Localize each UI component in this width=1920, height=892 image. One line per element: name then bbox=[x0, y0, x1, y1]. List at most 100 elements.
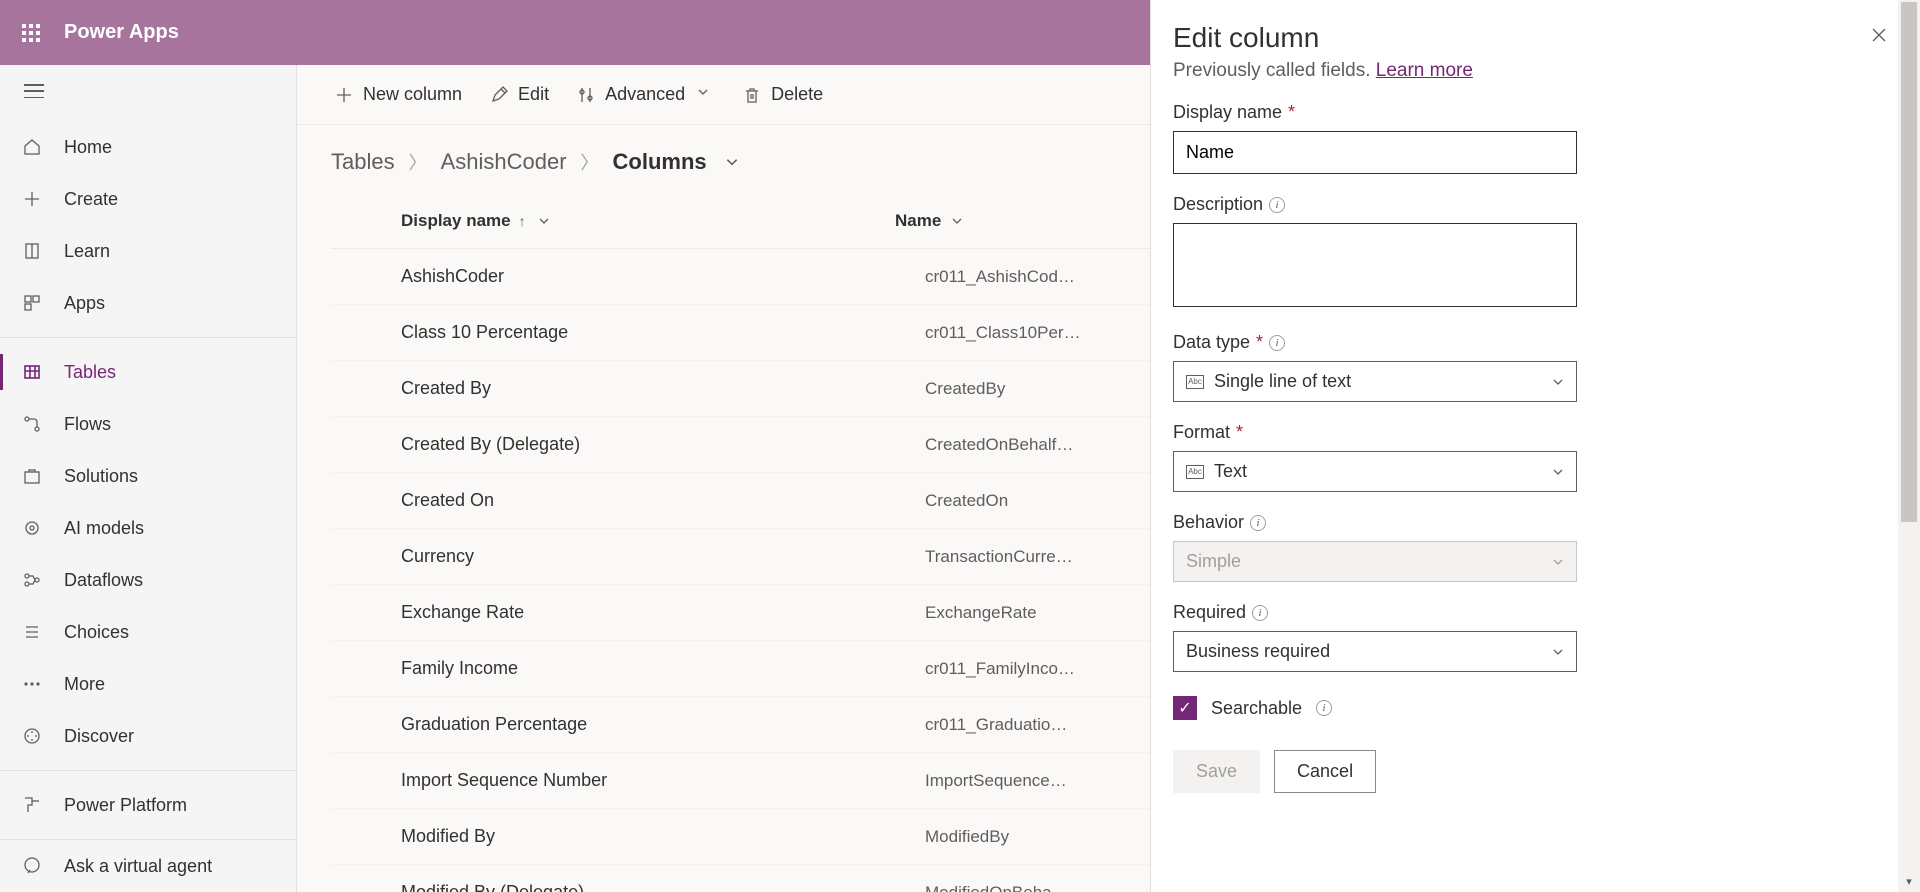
grid-icon bbox=[20, 291, 44, 315]
cell-display-name: Graduation Percentage bbox=[331, 714, 895, 735]
sidebar-item-label: Power Platform bbox=[64, 795, 187, 816]
data-type-select[interactable]: Abc Single line of text bbox=[1173, 361, 1577, 402]
scrollbar-thumb[interactable] bbox=[1901, 2, 1917, 522]
sidebar-item-label: Flows bbox=[64, 414, 111, 435]
sidebar-item-home[interactable]: Home bbox=[0, 121, 296, 173]
cell-name: ModifiedOnBeha… bbox=[895, 883, 1095, 892]
save-button[interactable]: Save bbox=[1173, 750, 1260, 793]
label-searchable: Searchable bbox=[1211, 698, 1302, 719]
sidebar-item-label: Discover bbox=[64, 726, 134, 747]
format-select[interactable]: Abc Text bbox=[1173, 451, 1577, 492]
required-select[interactable]: Business required bbox=[1173, 631, 1577, 672]
sidebar-item-flows[interactable]: Flows bbox=[0, 398, 296, 450]
cmd-label: Edit bbox=[518, 84, 549, 105]
cmd-edit[interactable]: Edit bbox=[480, 78, 559, 111]
chat-icon bbox=[20, 854, 44, 878]
cmd-advanced[interactable]: Advanced bbox=[567, 78, 725, 111]
info-icon[interactable]: i bbox=[1252, 605, 1268, 621]
chevron-down-icon bbox=[697, 86, 715, 104]
sidebar-item-label: Choices bbox=[64, 622, 129, 643]
info-icon[interactable]: i bbox=[1316, 700, 1332, 716]
sidebar-item-create[interactable]: Create bbox=[0, 173, 296, 225]
breadcrumb-entity[interactable]: AshishCoder bbox=[441, 149, 567, 175]
hamburger-icon bbox=[24, 84, 44, 98]
cell-name: ExchangeRate bbox=[895, 603, 1095, 623]
cell-name: cr011_AshishCod… bbox=[895, 267, 1095, 287]
sliders-icon bbox=[577, 86, 595, 104]
sidebar-item-ai-models[interactable]: AI models bbox=[0, 502, 296, 554]
sidebar-item-power-platform[interactable]: Power Platform bbox=[0, 779, 296, 831]
cell-display-name: AshishCoder bbox=[331, 266, 895, 287]
chevron-down-icon[interactable] bbox=[725, 155, 739, 169]
searchable-checkbox[interactable]: ✓ bbox=[1173, 696, 1197, 720]
sidebar-item-label: Solutions bbox=[64, 466, 138, 487]
info-icon[interactable]: i bbox=[1250, 515, 1266, 531]
sidebar-item-discover[interactable]: Discover bbox=[0, 710, 296, 762]
cell-display-name: Created By bbox=[331, 378, 895, 399]
ai-icon bbox=[20, 516, 44, 540]
chevron-right-icon: 〉 bbox=[581, 149, 599, 175]
info-icon[interactable]: i bbox=[1269, 335, 1285, 351]
cell-name: cr011_FamilyInco… bbox=[895, 659, 1095, 679]
sidebar-item-label: Tables bbox=[64, 362, 116, 383]
col-header-display-name[interactable]: Display name ↑ bbox=[331, 211, 895, 231]
cmd-delete[interactable]: Delete bbox=[733, 78, 833, 111]
more-icon bbox=[20, 672, 44, 696]
sidebar-item-label: Learn bbox=[64, 241, 110, 262]
left-sidebar: Home Create Learn Apps Tables Flows Solutions A… bbox=[0, 65, 297, 892]
sort-asc-icon: ↑ bbox=[519, 213, 526, 229]
window-scrollbar[interactable]: ▾ bbox=[1898, 0, 1920, 892]
learn-more-link[interactable]: Learn more bbox=[1376, 60, 1473, 81]
label-format: Format bbox=[1173, 422, 1230, 443]
cmd-label: New column bbox=[363, 84, 462, 105]
sidebar-item-ask-agent[interactable]: Ask a virtual agent bbox=[0, 840, 296, 892]
panel-title: Edit column bbox=[1173, 22, 1319, 54]
col-header-name[interactable]: Name bbox=[895, 211, 1095, 231]
hamburger-button[interactable] bbox=[0, 65, 296, 117]
cancel-button[interactable]: Cancel bbox=[1274, 750, 1376, 793]
breadcrumb-root[interactable]: Tables bbox=[331, 149, 395, 175]
cell-display-name: Import Sequence Number bbox=[331, 770, 895, 791]
cell-display-name: Created By (Delegate) bbox=[331, 434, 895, 455]
sidebar-item-label: Ask a virtual agent bbox=[64, 856, 212, 877]
label-required: Required bbox=[1173, 602, 1246, 623]
cmd-new-column[interactable]: New column bbox=[325, 78, 472, 111]
sidebar-item-label: More bbox=[64, 674, 105, 695]
sidebar-item-dataflows[interactable]: Dataflows bbox=[0, 554, 296, 606]
plus-icon bbox=[335, 86, 353, 104]
behavior-select: Simple bbox=[1173, 541, 1577, 582]
solution-icon bbox=[20, 464, 44, 488]
app-launcher-icon[interactable] bbox=[22, 24, 40, 42]
scroll-down-button[interactable]: ▾ bbox=[1898, 870, 1920, 892]
choices-icon bbox=[20, 620, 44, 644]
info-icon[interactable]: i bbox=[1269, 197, 1285, 213]
cell-name: ModifiedBy bbox=[895, 827, 1095, 847]
cell-display-name: Family Income bbox=[331, 658, 895, 679]
display-name-input[interactable] bbox=[1173, 131, 1577, 174]
chevron-right-icon: 〉 bbox=[409, 149, 427, 175]
chevron-down-icon[interactable] bbox=[538, 215, 550, 227]
label-behavior: Behavior bbox=[1173, 512, 1244, 533]
chevron-down-icon bbox=[1552, 556, 1564, 568]
label-data-type: Data type bbox=[1173, 332, 1250, 353]
sidebar-item-apps[interactable]: Apps bbox=[0, 277, 296, 329]
cell-name: ImportSequence… bbox=[895, 771, 1095, 791]
close-button[interactable] bbox=[1866, 22, 1892, 48]
cell-display-name: Modified By bbox=[331, 826, 895, 847]
sidebar-item-label: AI models bbox=[64, 518, 144, 539]
sidebar-item-solutions[interactable]: Solutions bbox=[0, 450, 296, 502]
sidebar-item-tables[interactable]: Tables bbox=[0, 346, 296, 398]
cell-name: TransactionCurre… bbox=[895, 547, 1095, 567]
plus-icon bbox=[20, 187, 44, 211]
chevron-down-icon[interactable] bbox=[951, 215, 963, 227]
sidebar-item-choices[interactable]: Choices bbox=[0, 606, 296, 658]
sidebar-item-label: Create bbox=[64, 189, 118, 210]
label-display-name: Display name bbox=[1173, 102, 1282, 123]
sidebar-item-more[interactable]: More bbox=[0, 658, 296, 710]
edit-column-panel: Edit column Previously called fields. Le… bbox=[1150, 0, 1920, 892]
sidebar-item-learn[interactable]: Learn bbox=[0, 225, 296, 277]
cell-display-name: Currency bbox=[331, 546, 895, 567]
brand-title: Power Apps bbox=[64, 21, 179, 44]
description-input[interactable] bbox=[1173, 223, 1577, 307]
cell-name: CreatedBy bbox=[895, 379, 1095, 399]
